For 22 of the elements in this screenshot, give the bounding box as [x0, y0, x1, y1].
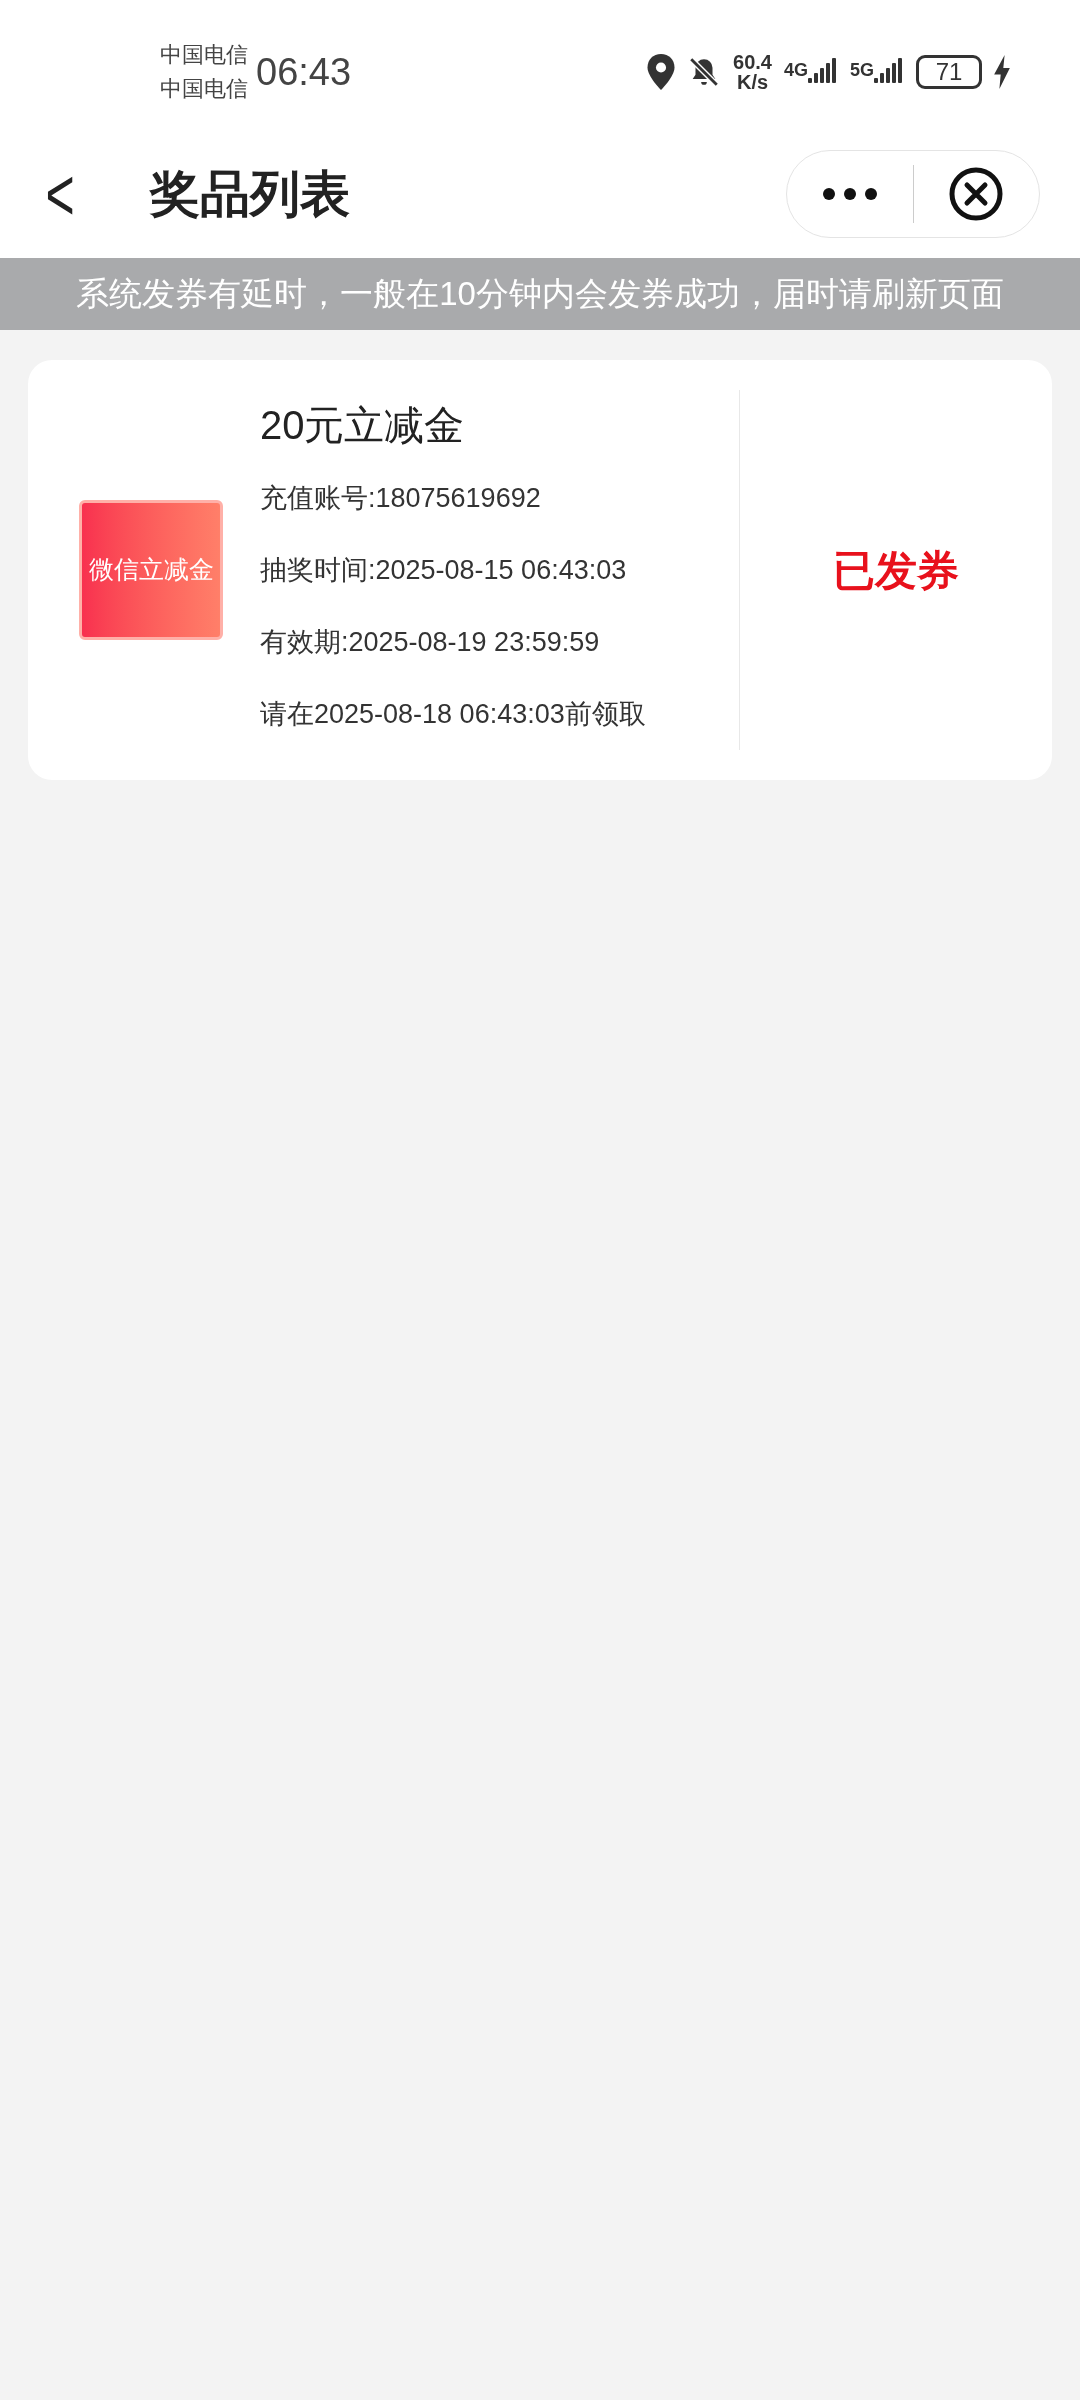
- charging-icon: [994, 55, 1010, 89]
- carrier-name: 中国电信: [160, 41, 248, 69]
- prize-detail: 有效期:2025-08-19 23:59:59: [260, 626, 601, 659]
- prize-detail: 抽奖时间:2025-08-15 06:43:03: [260, 554, 628, 587]
- back-button[interactable]: <: [40, 156, 80, 232]
- notice-banner: 系统发券有延时，一般在10分钟内会发券成功，届时请刷新页面: [0, 258, 1080, 330]
- network-speed: 60.4: [733, 52, 772, 72]
- speed-unit: K/s: [736, 72, 769, 92]
- prize-detail: 请在2025-08-18 06:43:03前领取: [260, 698, 647, 731]
- page-title: 奖品列表: [150, 164, 350, 224]
- battery-indicator: 71: [916, 55, 982, 89]
- prize-detail: 充值账号:18075619692: [260, 482, 542, 515]
- coupon-thumbnail: 微信立减金: [79, 500, 223, 640]
- network-type: 4G: [783, 59, 808, 82]
- status-time: 06:43: [256, 49, 352, 95]
- carrier-name: 中国电信: [160, 75, 248, 103]
- prize-title: 20元立减金: [260, 403, 466, 447]
- coupon-status: 已发券: [833, 545, 959, 596]
- more-icon: [821, 187, 878, 201]
- close-icon: [949, 167, 1004, 221]
- location-icon: [647, 54, 676, 90]
- network-type: 5G: [850, 59, 874, 82]
